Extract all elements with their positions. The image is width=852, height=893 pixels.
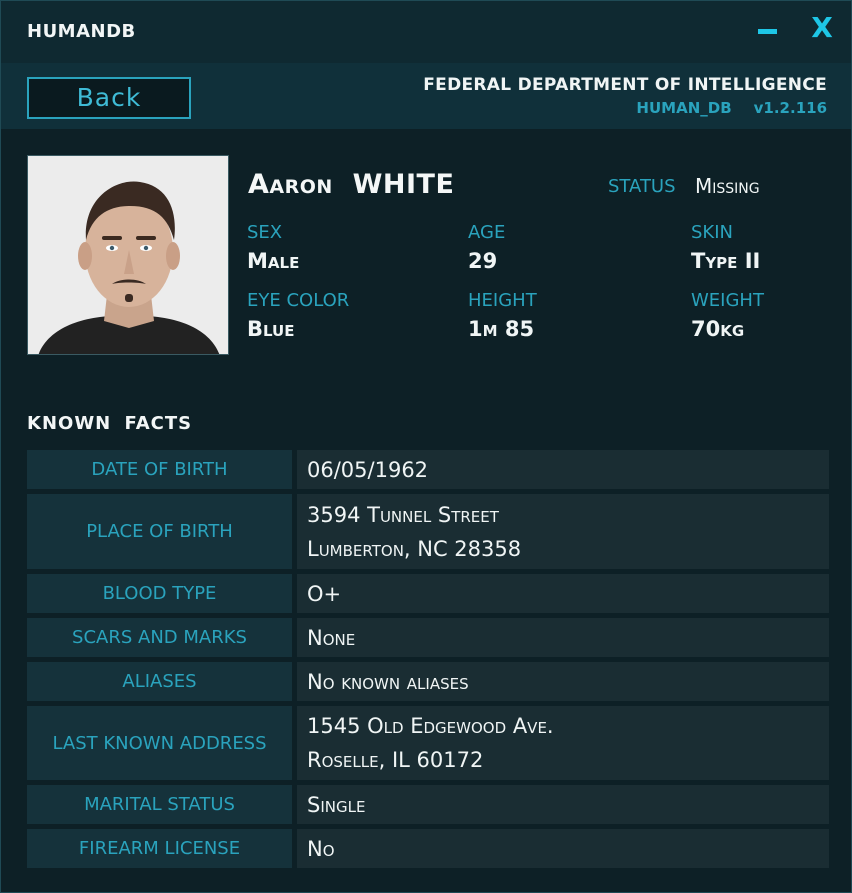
attr-value-height: 1m 85 [468, 317, 535, 341]
fact-value: No known aliases [297, 662, 829, 701]
fact-row-place-of-birth: PLACE OF BIRTH 3594 Tunnel Street Lumber… [27, 494, 829, 569]
fact-value: 3594 Tunnel Street Lumberton, NC 28358 [297, 494, 829, 569]
fact-label: MARITAL STATUS [27, 785, 292, 824]
record-header: Back FEDERAL DEPARTMENT OF INTELLIGENCE … [1, 63, 851, 129]
db-name: HUMAN_DB [636, 99, 732, 117]
attr-value-sex: Male [247, 249, 300, 273]
db-version: v1.2.116 [753, 99, 827, 117]
fact-value: No [297, 829, 829, 868]
known-facts-title: KNOWN FACTS [27, 413, 193, 434]
fact-label: SCARS AND MARKS [27, 618, 292, 657]
fact-value: None [297, 618, 829, 657]
fact-value-line: Lumberton, NC 28358 [307, 536, 522, 561]
fact-label: ALIASES [27, 662, 292, 701]
fact-row-date-of-birth: DATE OF BIRTH 06/05/1962 [27, 450, 829, 489]
attr-value-skin: Type II [691, 249, 761, 273]
fact-value-line: No [307, 836, 335, 861]
attr-value-weight: 70kg [691, 317, 745, 341]
last-name: WHITE [352, 169, 455, 200]
person-name: Aaron WHITE [248, 169, 454, 200]
fact-value: 06/05/1962 [297, 450, 829, 489]
person-photo-image [28, 156, 228, 354]
fact-label: BLOOD TYPE [27, 574, 292, 613]
fact-value-line: None [307, 625, 356, 650]
fact-value: 1545 Old Edgewood Ave. Roselle, IL 60172 [297, 706, 829, 780]
fact-value-line: Single [307, 792, 366, 817]
status-label: STATUS [608, 176, 676, 197]
fact-value-line: No known aliases [307, 669, 469, 694]
fact-row-firearm-license: FIREARM LICENSE No [27, 829, 829, 868]
fact-value-line: 06/05/1962 [307, 457, 429, 482]
attr-value-age: 29 [468, 249, 498, 273]
fact-label: DATE OF BIRTH [27, 450, 292, 489]
agency-name: FEDERAL DEPARTMENT OF INTELLIGENCE [423, 75, 827, 95]
person-photo [27, 155, 229, 355]
humandb-window: HUMANDB X Back FEDERAL DEPARTMENT OF INT… [0, 0, 852, 893]
status-value: Missing [695, 174, 760, 198]
fact-value: O+ [297, 574, 829, 613]
db-version-line: HUMAN_DB v1.2.116 [636, 99, 827, 117]
fact-value-line: O+ [307, 581, 342, 606]
fact-value: Single [297, 785, 829, 824]
minimize-icon[interactable] [758, 29, 777, 34]
attr-label-eye-color: EYE COLOR [247, 290, 350, 311]
attr-label-weight: WEIGHT [691, 290, 764, 311]
fact-row-last-known-address: LAST KNOWN ADDRESS 1545 Old Edgewood Ave… [27, 706, 829, 780]
fact-label: PLACE OF BIRTH [27, 494, 292, 569]
title-bar: HUMANDB X [1, 1, 851, 63]
back-button[interactable]: Back [27, 77, 191, 119]
close-icon[interactable]: X [807, 13, 837, 43]
fact-row-blood-type: BLOOD TYPE O+ [27, 574, 829, 613]
fact-row-scars-and-marks: SCARS AND MARKS None [27, 618, 829, 657]
fact-label: FIREARM LICENSE [27, 829, 292, 868]
fact-value-line: 3594 Tunnel Street [307, 502, 499, 527]
fact-row-marital-status: MARITAL STATUS Single [27, 785, 829, 824]
first-name: Aaron [248, 169, 333, 200]
attr-label-skin: SKIN [691, 222, 734, 243]
fact-value-line: 1545 Old Edgewood Ave. [307, 714, 554, 738]
attr-label-sex: SEX [247, 222, 283, 243]
app-title: HUMANDB [27, 21, 136, 42]
fact-label: LAST KNOWN ADDRESS [27, 706, 292, 780]
attr-label-age: AGE [468, 222, 506, 243]
attr-label-height: HEIGHT [468, 290, 537, 311]
attr-value-eye-color: Blue [247, 317, 295, 341]
fact-row-aliases: ALIASES No known aliases [27, 662, 829, 701]
fact-value-line: Roselle, IL 60172 [307, 748, 484, 772]
